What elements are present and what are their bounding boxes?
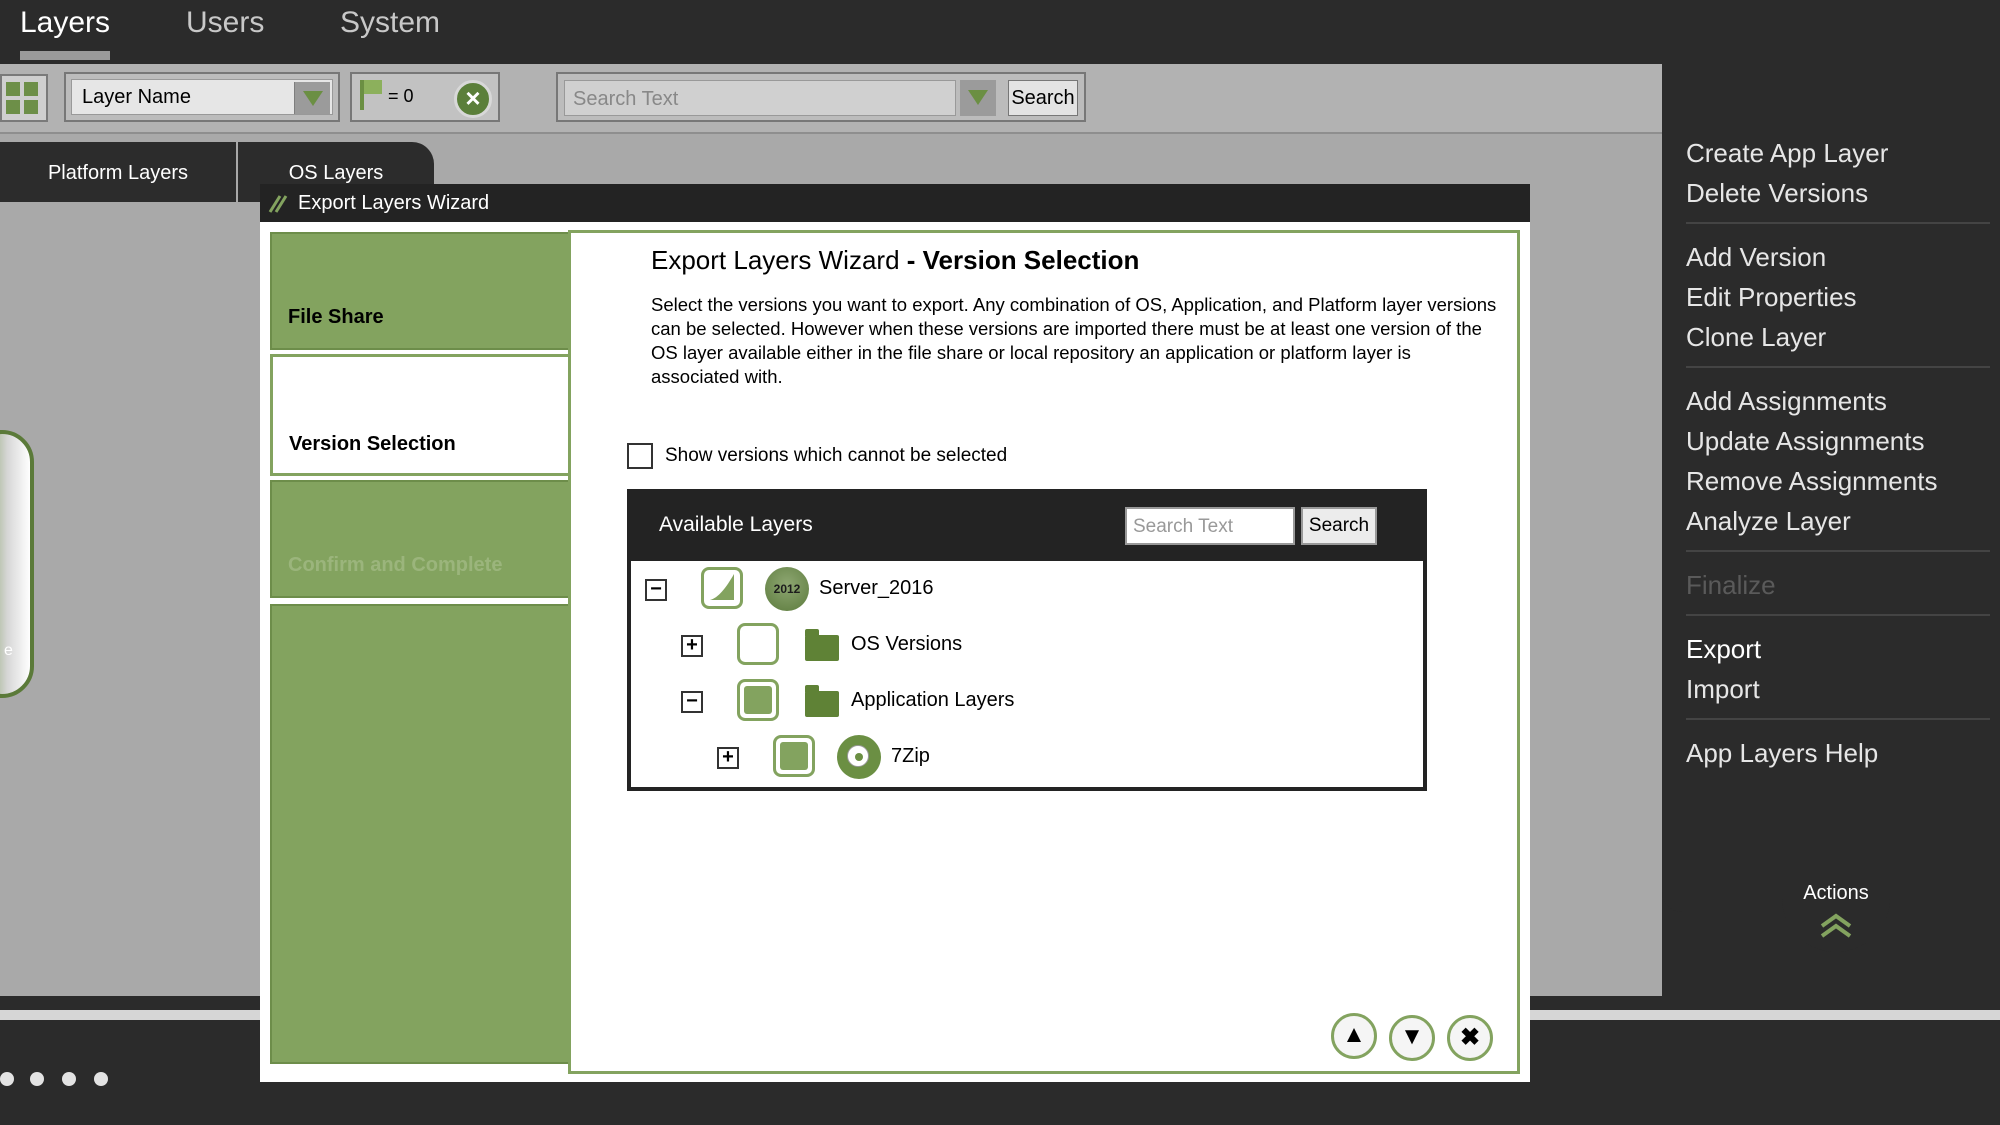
- show-unselectable-checkbox[interactable]: [627, 443, 653, 469]
- next-button[interactable]: ▼: [1389, 1015, 1435, 1061]
- wizard-icon: [268, 195, 288, 213]
- step-version-selection[interactable]: Version Selection: [270, 354, 576, 476]
- available-layers-title: Available Layers: [659, 513, 813, 536]
- tree-label: 7Zip: [891, 745, 930, 767]
- grid-view-button[interactable]: [0, 74, 48, 122]
- toolbar: Layer Name = 0 × Search Text Search: [0, 64, 1662, 134]
- toolbar-search: Search Text Search: [556, 72, 1086, 122]
- row-checkbox[interactable]: [737, 623, 779, 665]
- partial-check-icon: [710, 574, 734, 600]
- app-disc-icon: [837, 735, 881, 779]
- steps-filler: [270, 604, 570, 1064]
- chevron-down-icon[interactable]: [960, 80, 996, 116]
- show-unselectable-label: Show versions which cannot be selected: [665, 445, 1008, 466]
- actions-label: Actions: [1803, 882, 1869, 904]
- layers-search-button[interactable]: Search: [1301, 507, 1377, 545]
- row-checkbox[interactable]: [773, 735, 815, 777]
- tree-row-os-versions: + OS Versions: [631, 621, 1423, 669]
- collapse-icon[interactable]: −: [645, 579, 667, 601]
- action-import[interactable]: Import: [1686, 674, 1760, 705]
- arrow-down-icon: ▼: [1400, 1023, 1424, 1050]
- actions-toggle[interactable]: Actions: [1782, 868, 1890, 952]
- action-export[interactable]: Export: [1686, 634, 1761, 665]
- wizard-title-bar: Export Layers Wizard: [260, 184, 1530, 222]
- search-button[interactable]: Search: [1008, 80, 1078, 116]
- folder-icon: [805, 685, 839, 717]
- chevron-up-icon: [1820, 913, 1852, 938]
- available-layers-panel: Available Layers Search Text Search − 20…: [627, 489, 1427, 791]
- layers-search-input[interactable]: Search Text: [1125, 507, 1295, 545]
- search-input[interactable]: Search Text: [564, 80, 956, 116]
- expand-icon[interactable]: +: [681, 635, 703, 657]
- tree-label: Server_2016: [819, 577, 934, 599]
- action-delete-versions[interactable]: Delete Versions: [1686, 178, 1868, 209]
- back-button[interactable]: ▲: [1331, 1013, 1377, 1059]
- divider: [1686, 366, 1990, 368]
- wizard-content: Export Layers Wizard - Version Selection…: [568, 230, 1520, 1074]
- step-confirm-and-complete: Confirm and Complete: [270, 480, 570, 598]
- action-remove-assignments[interactable]: Remove Assignments: [1686, 466, 1937, 497]
- available-layers-header: Available Layers Search Text Search: [631, 493, 1423, 561]
- page-title: Export Layers Wizard - Version Selection: [651, 245, 1140, 275]
- action-add-assignments[interactable]: Add Assignments: [1686, 386, 1887, 417]
- tree-label: OS Versions: [851, 633, 963, 655]
- action-edit-properties[interactable]: Edit Properties: [1686, 282, 1857, 313]
- row-checkbox[interactable]: [701, 567, 743, 609]
- action-finalize: Finalize: [1686, 570, 1776, 600]
- close-icon: ✖: [1459, 1024, 1481, 1051]
- action-analyze-layer[interactable]: Analyze Layer: [1686, 506, 1851, 537]
- action-update-assignments[interactable]: Update Assignments: [1686, 426, 1924, 457]
- filter-select-value: Layer Name: [82, 86, 191, 108]
- step-file-share[interactable]: File Share: [270, 232, 570, 350]
- layer-card[interactable]: e: [0, 430, 34, 698]
- chevron-down-icon[interactable]: [294, 82, 330, 114]
- clear-filter-button[interactable]: ×: [454, 80, 492, 118]
- filter-select[interactable]: Layer Name: [64, 72, 340, 122]
- instructions-text: Select the versions you want to export. …: [651, 294, 1497, 387]
- nav-tab-system[interactable]: System: [340, 6, 440, 56]
- nav-tab-layers[interactable]: Layers: [20, 6, 111, 60]
- close-button[interactable]: ✖: [1447, 1015, 1493, 1061]
- action-add-version[interactable]: Add Version: [1686, 242, 1826, 273]
- tree-row-7zip: + 7Zip: [631, 735, 1423, 783]
- action-create-app-layer[interactable]: Create App Layer: [1686, 138, 1888, 169]
- flag-icon: [360, 80, 382, 110]
- flag-count: = 0: [388, 86, 414, 106]
- wizard-title: Export Layers Wizard: [298, 192, 490, 214]
- wizard-steps: File Share Version Selection Confirm and…: [270, 232, 576, 1072]
- divider: [1686, 718, 1990, 720]
- collapse-icon[interactable]: −: [681, 691, 703, 713]
- arrow-up-icon: ▲: [1342, 1021, 1366, 1048]
- tree-label: Application Layers: [851, 689, 1015, 711]
- nav-tab-users[interactable]: Users: [186, 6, 264, 56]
- action-app-layers-help[interactable]: App Layers Help: [1686, 738, 1878, 769]
- action-clone-layer[interactable]: Clone Layer: [1686, 322, 1826, 353]
- row-checkbox[interactable]: [737, 679, 779, 721]
- divider: [1686, 550, 1990, 552]
- tree-row-application-layers: − Application Layers: [631, 679, 1423, 727]
- layer-list-panel: e: [0, 202, 260, 998]
- wizard-dialog: File Share Version Selection Confirm and…: [260, 222, 1530, 1082]
- divider: [1686, 222, 1990, 224]
- actions-panel: Create App Layer Delete Versions Add Ver…: [1662, 64, 2000, 912]
- divider: [1686, 614, 1990, 616]
- folder-icon: [805, 629, 839, 661]
- windows-os-icon: 2012: [765, 567, 809, 611]
- flag-filter: = 0 ×: [350, 72, 500, 122]
- tab-platform-layers[interactable]: Platform Layers: [0, 142, 236, 202]
- expand-icon[interactable]: +: [717, 747, 739, 769]
- top-nav: Layers Users System: [0, 0, 2000, 60]
- tree-row-server-2016: − 2012 Server_2016: [631, 565, 1423, 613]
